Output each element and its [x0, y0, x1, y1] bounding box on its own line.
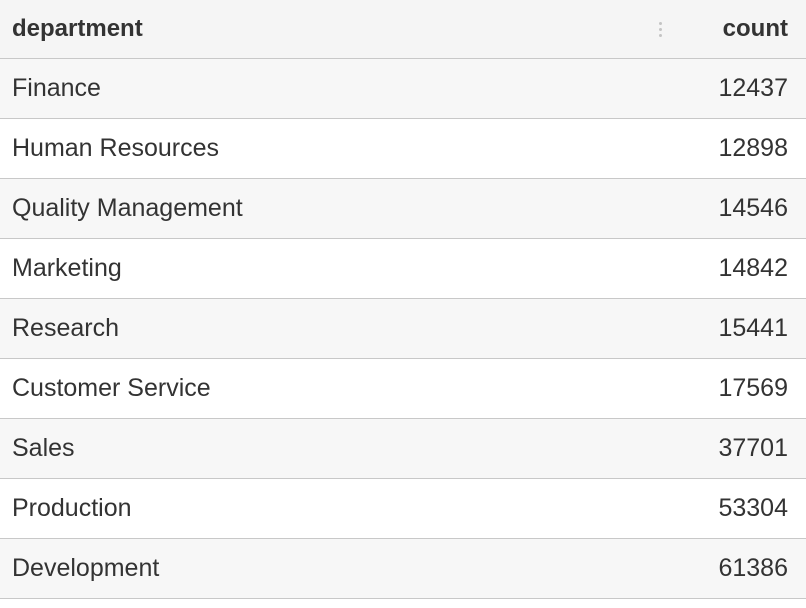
- table-row: Research 15441: [0, 299, 806, 359]
- cell-count: 15441: [718, 314, 788, 342]
- cell-department: Development: [12, 554, 160, 582]
- table-row: Quality Management 14546: [0, 179, 806, 239]
- cell-department: Marketing: [12, 254, 122, 282]
- cell-department: Finance: [12, 74, 101, 102]
- cell-department: Quality Management: [12, 194, 243, 222]
- cell-department: Sales: [12, 434, 75, 462]
- cell-count: 12898: [718, 134, 788, 162]
- table-row: Customer Service 17569: [0, 359, 806, 419]
- column-header-count[interactable]: count: [676, 15, 788, 43]
- table-row: Marketing 14842: [0, 239, 806, 299]
- table-row: Finance 12437: [0, 59, 806, 119]
- table-row: Development 61386: [0, 539, 806, 599]
- table-row: Production 53304: [0, 479, 806, 539]
- cell-count: 61386: [718, 554, 788, 582]
- cell-department: Human Resources: [12, 134, 220, 162]
- table-row: Sales 37701: [0, 419, 806, 479]
- results-table: department count Finance 12437 Human Res…: [0, 0, 806, 599]
- cell-count: 37701: [718, 434, 788, 462]
- vertical-ellipsis-icon[interactable]: [650, 16, 670, 42]
- cell-count: 14842: [718, 254, 788, 282]
- cell-count: 14546: [718, 194, 788, 222]
- cell-count: 12437: [718, 74, 788, 102]
- table-header: department count: [0, 0, 806, 59]
- cell-count: 17569: [718, 374, 788, 402]
- cell-count: 53304: [718, 494, 788, 522]
- cell-department: Production: [12, 494, 132, 522]
- column-header-department-label: department: [12, 15, 143, 42]
- table-row: Human Resources 12898: [0, 119, 806, 179]
- cell-department: Customer Service: [12, 374, 211, 402]
- column-header-department[interactable]: department: [12, 15, 676, 43]
- cell-department: Research: [12, 314, 119, 342]
